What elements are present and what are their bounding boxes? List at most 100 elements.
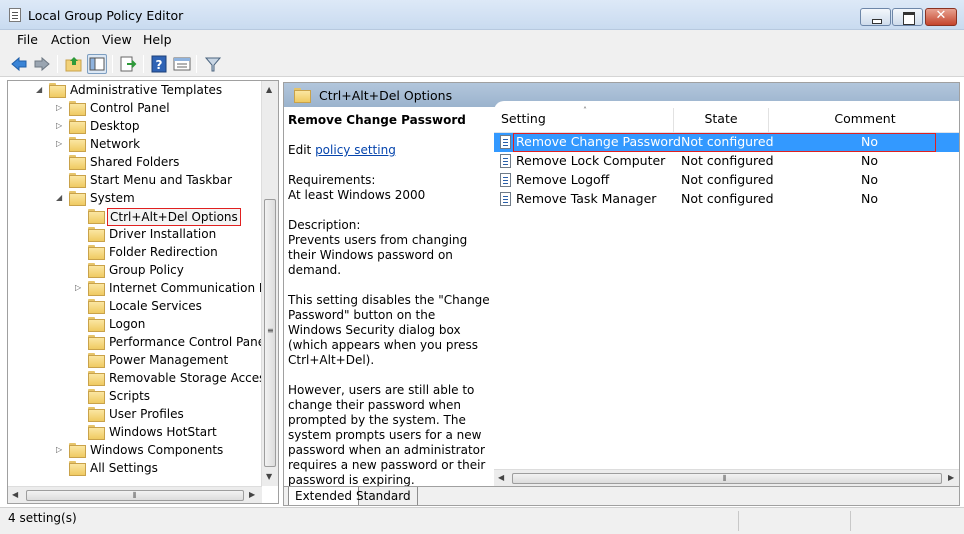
tree-item-label: Start Menu and Taskbar [90,173,233,187]
settings-list[interactable]: Setting ˄ State Comment Remove Change Pa… [494,101,959,486]
comment-cell: No [861,153,878,168]
list-item[interactable]: Remove Lock Computer Not configured No [494,152,959,171]
column-header-state[interactable]: State [674,108,769,133]
tree-item[interactable]: Group Policy [8,262,262,280]
tree-item[interactable]: Start Menu and Taskbar [8,172,262,190]
scroll-down-icon[interactable]: ▼ [266,472,272,481]
policy-setting-icon [500,135,511,149]
state-cell: Not configured [681,172,774,187]
tree-item-label: Desktop [90,119,140,133]
list-horizontal-scrollbar[interactable]: ◀ ⦀ ▶ [494,469,959,486]
policy-setting-icon [500,192,511,206]
description-text: This setting disables the "Change Passwo… [288,293,490,367]
tab-standard[interactable]: Standard [350,487,418,505]
scroll-up-icon[interactable]: ▲ [266,85,272,94]
tree-item-label: Power Management [109,353,229,367]
menu-file[interactable]: File [17,32,38,47]
help-icon[interactable]: ? [149,54,169,74]
menu-view[interactable]: View [102,32,132,47]
setting-cell: Remove Task Manager [516,191,657,206]
window-title: Local Group Policy Editor [28,8,184,23]
expand-arrow-icon[interactable]: ▷ [75,283,85,293]
filter-icon[interactable] [203,54,223,74]
folder-icon [88,353,105,368]
tree-scroll-thumb[interactable]: ≡ [264,199,276,467]
tree-item-label: Scripts [109,389,151,403]
show-hide-tree-icon[interactable] [87,54,107,74]
forward-icon[interactable] [32,54,52,74]
close-button[interactable]: ✕ [925,8,957,26]
tree-item[interactable]: ▷ Desktop [8,118,262,136]
expand-arrow-icon[interactable]: ▷ [56,445,66,455]
tree-item-label: Group Policy [109,263,184,277]
tree-item[interactable]: Ctrl+Alt+Del Options [8,208,262,226]
status-text: 4 setting(s) [8,511,77,525]
scroll-grip-icon: ≡ [267,326,274,335]
maximize-button[interactable] [892,8,923,26]
comment-cell: No [861,172,878,187]
scroll-right-icon[interactable]: ▶ [948,473,954,482]
tree-pane[interactable]: ◢ Administrative Templates ▷ Control Panel ▷… [7,80,279,504]
scroll-right-icon[interactable]: ▶ [249,490,255,499]
scroll-left-icon[interactable]: ◀ [12,490,18,499]
details-header-title: Ctrl+Alt+Del Options [319,88,453,103]
tree-item[interactable]: ◢ Administrative Templates [8,82,262,100]
folder-icon [88,245,105,260]
tree-item-label: Locale Services [109,299,202,313]
scroll-left-icon[interactable]: ◀ [498,473,504,482]
tree-item[interactable]: Logon [8,316,262,334]
list-item[interactable]: Remove Logoff Not configured No [494,171,959,190]
back-icon[interactable] [9,54,29,74]
menu-help[interactable]: Help [143,32,172,47]
tree-item-label: Windows Components [90,443,224,457]
tab-extended[interactable]: Extended [288,487,359,505]
tree-item[interactable]: User Profiles [8,406,262,424]
tree-item[interactable]: ▷ Control Panel [8,100,262,118]
tree-item[interactable]: Driver Installation [8,226,262,244]
details-pane: Ctrl+Alt+Del Options Remove Change Passw… [283,82,960,506]
view-tabs: Extended Standard [284,486,959,505]
collapse-arrow-icon[interactable]: ◢ [56,193,66,203]
requirements-label: Requirements: [288,173,376,187]
tree-item[interactable]: Power Management [8,352,262,370]
tree-item[interactable]: Scripts [8,388,262,406]
expand-arrow-icon[interactable]: ▷ [56,103,66,113]
svg-text:?: ? [156,58,163,72]
list-hscroll-thumb[interactable]: ⦀ [512,473,942,484]
minimize-button[interactable] [860,8,891,26]
collapse-arrow-icon[interactable]: ◢ [36,85,46,95]
menu-action[interactable]: Action [51,32,90,47]
tree-item[interactable]: Folder Redirection [8,244,262,262]
state-cell: Not configured [681,134,774,149]
policy-setting-link[interactable]: policy setting [315,143,396,157]
folder-icon [69,119,86,134]
tree-item[interactable]: ▷ Windows Components [8,442,262,460]
scroll-grip-icon: ⦀ [133,491,137,500]
folder-icon [88,299,105,314]
expand-arrow-icon[interactable]: ▷ [56,139,66,149]
column-header-comment[interactable]: Comment [769,108,959,133]
folder-icon [88,389,105,404]
export-list-icon[interactable] [118,54,138,74]
up-folder-icon[interactable] [64,54,84,74]
folder-icon [88,407,105,422]
tree-vertical-scrollbar[interactable]: ▲ ≡ ▼ [261,81,278,486]
tree-horizontal-scrollbar[interactable]: ◀ ⦀ ▶ [8,486,262,503]
tree-item[interactable]: Locale Services [8,298,262,316]
state-cell: Not configured [681,191,774,206]
tree-hscroll-thumb[interactable]: ⦀ [26,490,244,501]
column-header-setting[interactable]: Setting ˄ [494,106,674,133]
tree-item[interactable]: Shared Folders [8,154,262,172]
all-settings-icon [69,461,86,476]
tree-item[interactable]: Performance Control Panel [8,334,268,352]
properties-view-icon[interactable] [172,54,192,74]
list-item[interactable]: Remove Task Manager Not configured No [494,190,959,209]
expand-arrow-icon[interactable]: ▷ [56,121,66,131]
tree-item[interactable]: Windows HotStart [8,424,262,442]
tree-item[interactable]: All Settings [8,460,262,478]
tree-item[interactable]: ◢ System [8,190,262,208]
list-item[interactable]: Remove Change Password Not configured No [494,133,959,152]
tree-item[interactable]: Removable Storage Access [8,370,272,388]
tree-item[interactable]: ▷ Internet Communication Ma [8,280,277,298]
tree-item[interactable]: ▷ Network [8,136,262,154]
